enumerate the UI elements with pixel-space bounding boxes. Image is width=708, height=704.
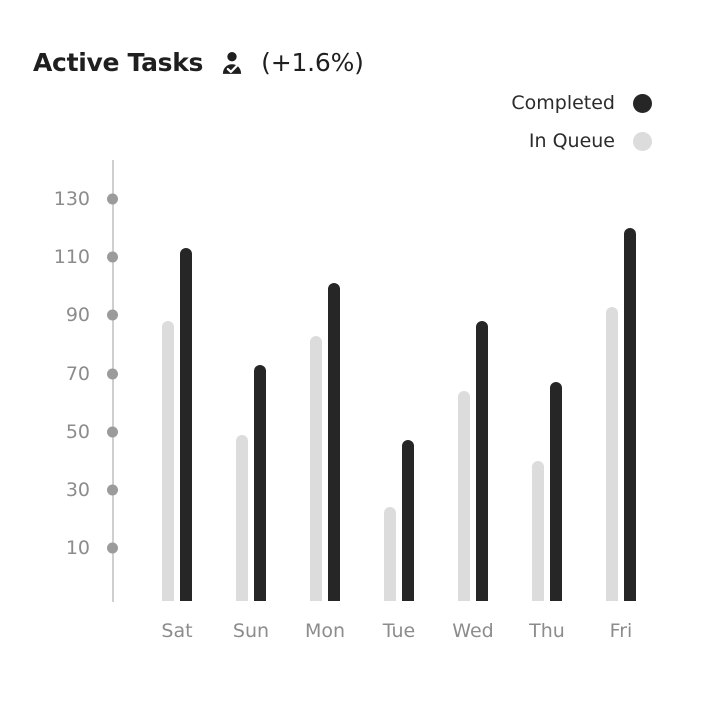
y-tick-dot: [107, 368, 118, 379]
x-axis-label-tue: Tue: [382, 620, 416, 642]
x-axis-label-fri: Fri: [609, 620, 633, 642]
y-tick-dot: [107, 542, 118, 554]
plot-area: 130 110 90 70 50 30 10 Sat Sun Mon Tue Wed Thu Fri: [0, 0, 708, 704]
y-tick-dot: [107, 193, 118, 205]
bar-sun-in-queue[interactable]: [236, 434, 248, 601]
bar-wed-in-queue[interactable]: [458, 390, 470, 601]
y-tick-label: 30: [65, 478, 90, 501]
bar-tue-completed[interactable]: [402, 440, 414, 601]
y-tick-dot: [107, 484, 118, 496]
y-tick-label: 90: [65, 304, 90, 327]
x-axis-label-sat: Sat: [161, 620, 193, 642]
y-tick-label: 50: [65, 420, 90, 443]
y-tick-dot: [107, 426, 118, 438]
bar-wed-completed[interactable]: [476, 321, 488, 601]
y-axis-line: [112, 160, 114, 602]
y-tick-label: 110: [53, 246, 90, 269]
y-tick-label: 70: [65, 362, 90, 385]
chart-card: Active Tasks (+1.6%) Completed In Queue …: [0, 0, 708, 704]
bar-mon-completed[interactable]: [328, 283, 340, 601]
bar-tue-in-queue[interactable]: [384, 507, 396, 601]
bar-thu-completed[interactable]: [550, 382, 562, 601]
y-tick-label: 130: [53, 188, 90, 210]
bar-sat-in-queue[interactable]: [162, 321, 174, 601]
bar-fri-in-queue[interactable]: [606, 306, 618, 601]
x-axis-label-sun: Sun: [232, 620, 270, 642]
y-tick-label: 10: [65, 537, 90, 559]
bar-mon-in-queue[interactable]: [310, 335, 322, 601]
bar-fri-completed[interactable]: [624, 228, 636, 601]
x-axis-label-mon: Mon: [304, 620, 346, 642]
x-axis-label-wed: Wed: [452, 620, 494, 642]
bar-thu-in-queue[interactable]: [532, 460, 544, 601]
bar-sun-completed[interactable]: [254, 364, 266, 601]
y-tick-dot: [107, 251, 118, 263]
bar-sat-completed[interactable]: [180, 248, 192, 601]
y-tick-dot: [107, 309, 118, 321]
x-axis-label-thu: Thu: [529, 620, 565, 642]
